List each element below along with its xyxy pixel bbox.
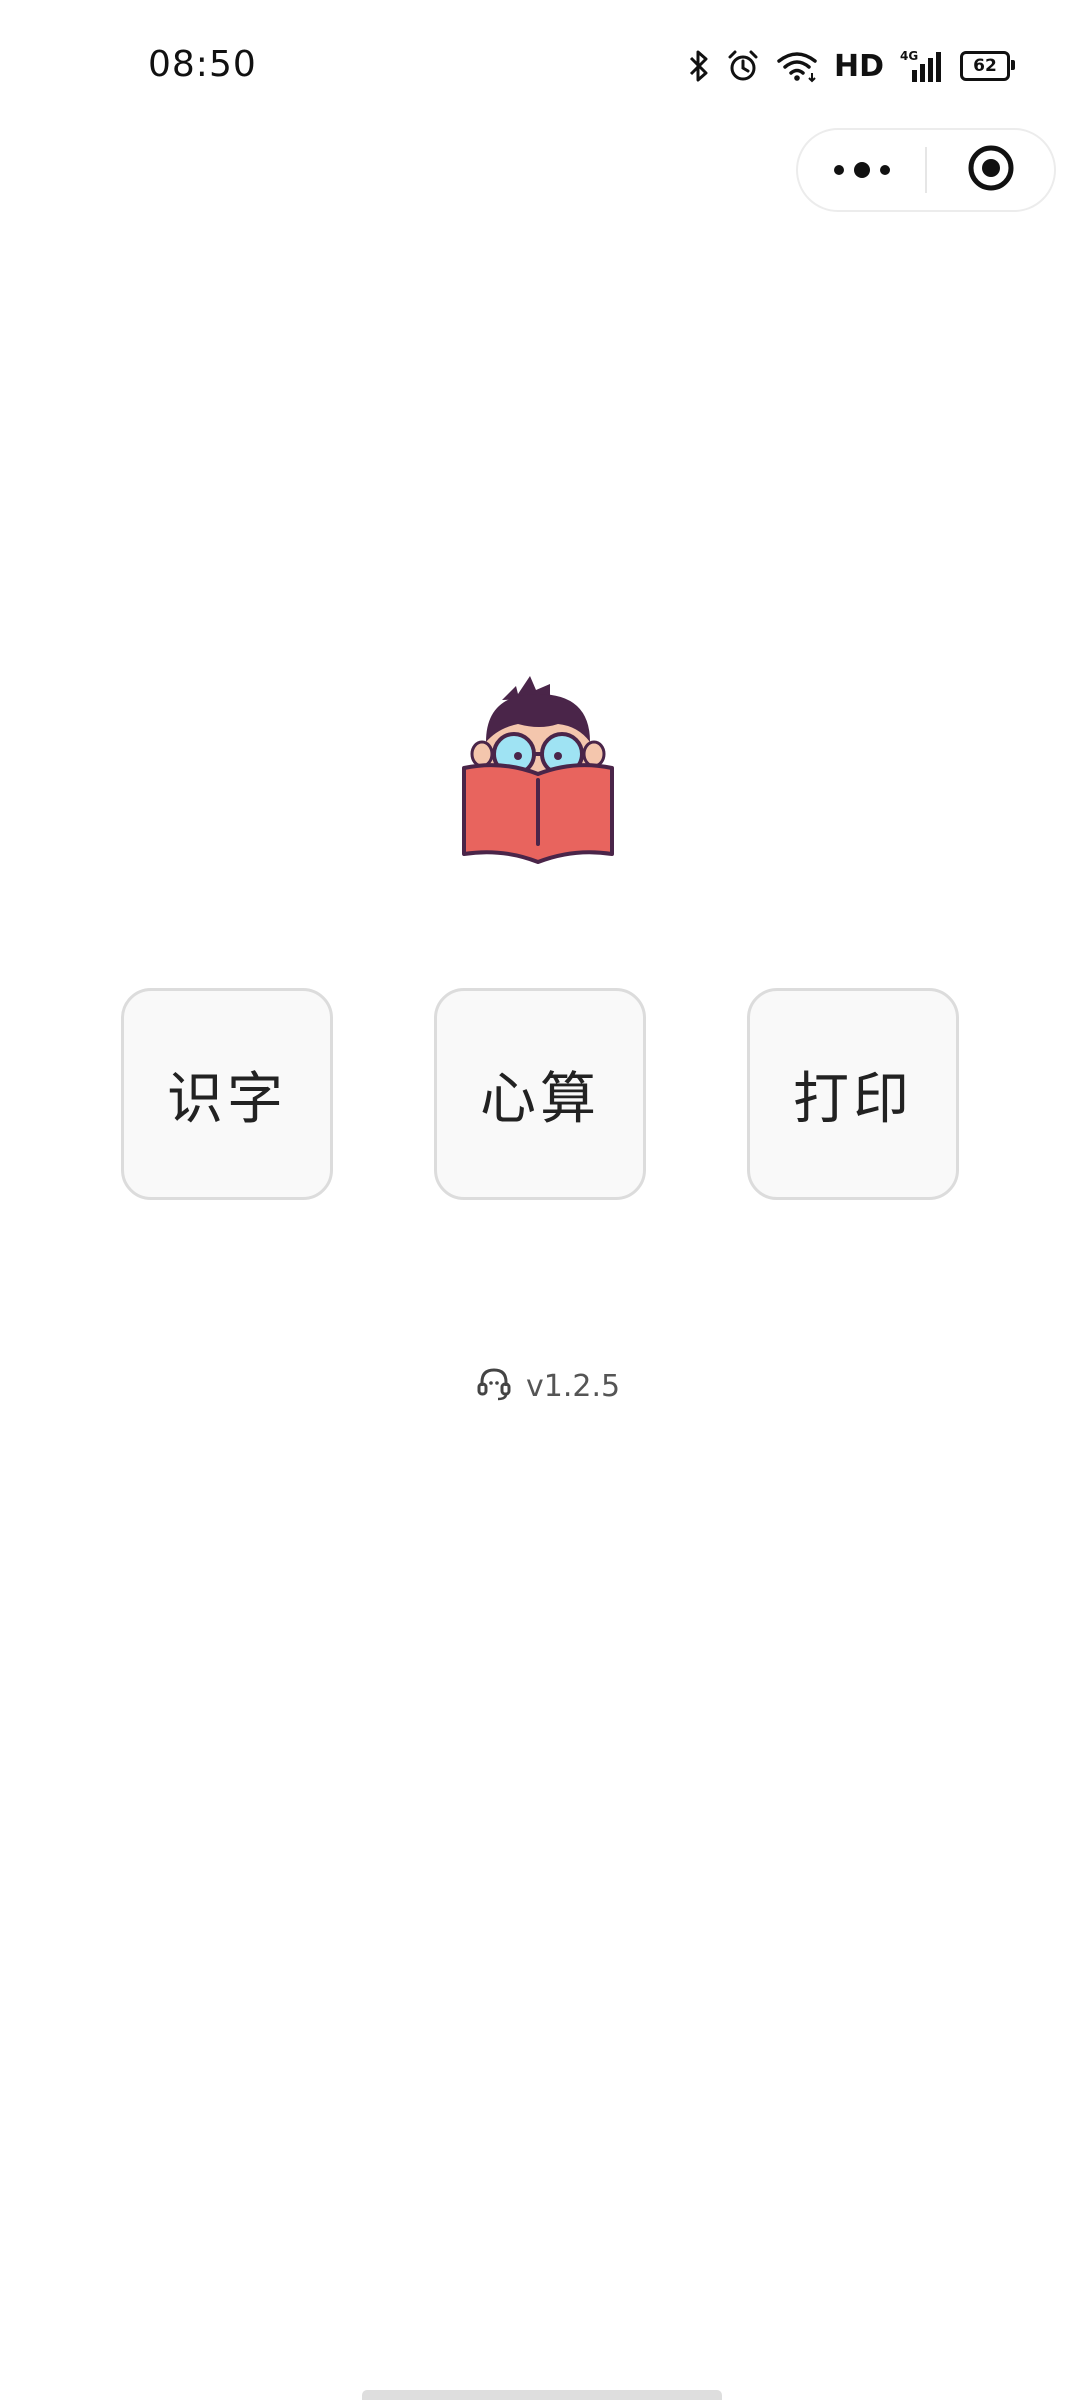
alarm-icon bbox=[726, 49, 760, 83]
status-bar: 08:50 HD 4G 62 bbox=[0, 0, 1080, 120]
home-indicator[interactable] bbox=[362, 2390, 722, 2400]
mental-math-button-label: 心算 bbox=[480, 1066, 600, 1132]
close-target-icon bbox=[967, 144, 1015, 196]
literacy-button[interactable]: 识字 bbox=[121, 988, 333, 1200]
app-screen: 08:50 HD 4G 62 识字 心算 打印 v1.2.5 bbox=[0, 0, 1080, 2400]
hd-indicator: HD bbox=[833, 48, 884, 84]
miniprogram-capsule bbox=[796, 128, 1056, 212]
more-options-button[interactable] bbox=[798, 130, 925, 210]
print-button-label: 打印 bbox=[793, 1066, 913, 1132]
status-icons: HD 4G 62 bbox=[688, 46, 1015, 86]
wifi-icon bbox=[776, 49, 818, 83]
status-time: 08:50 bbox=[148, 44, 257, 85]
signal-4g-icon: 4G bbox=[900, 48, 944, 84]
network-label: 4G bbox=[900, 49, 918, 63]
bluetooth-icon bbox=[688, 49, 710, 83]
support-version-link[interactable]: v1.2.5 bbox=[476, 1366, 620, 1406]
version-text: v1.2.5 bbox=[526, 1368, 621, 1404]
headset-support-icon bbox=[476, 1366, 512, 1406]
close-miniprogram-button[interactable] bbox=[927, 130, 1054, 210]
more-options-icon bbox=[833, 162, 890, 178]
battery-level: 62 bbox=[973, 56, 997, 76]
mental-math-button[interactable]: 心算 bbox=[434, 988, 646, 1200]
reading-kid-mascot bbox=[458, 672, 618, 872]
literacy-button-label: 识字 bbox=[167, 1066, 287, 1132]
print-button[interactable]: 打印 bbox=[747, 988, 959, 1200]
battery-icon: 62 bbox=[960, 51, 1015, 81]
